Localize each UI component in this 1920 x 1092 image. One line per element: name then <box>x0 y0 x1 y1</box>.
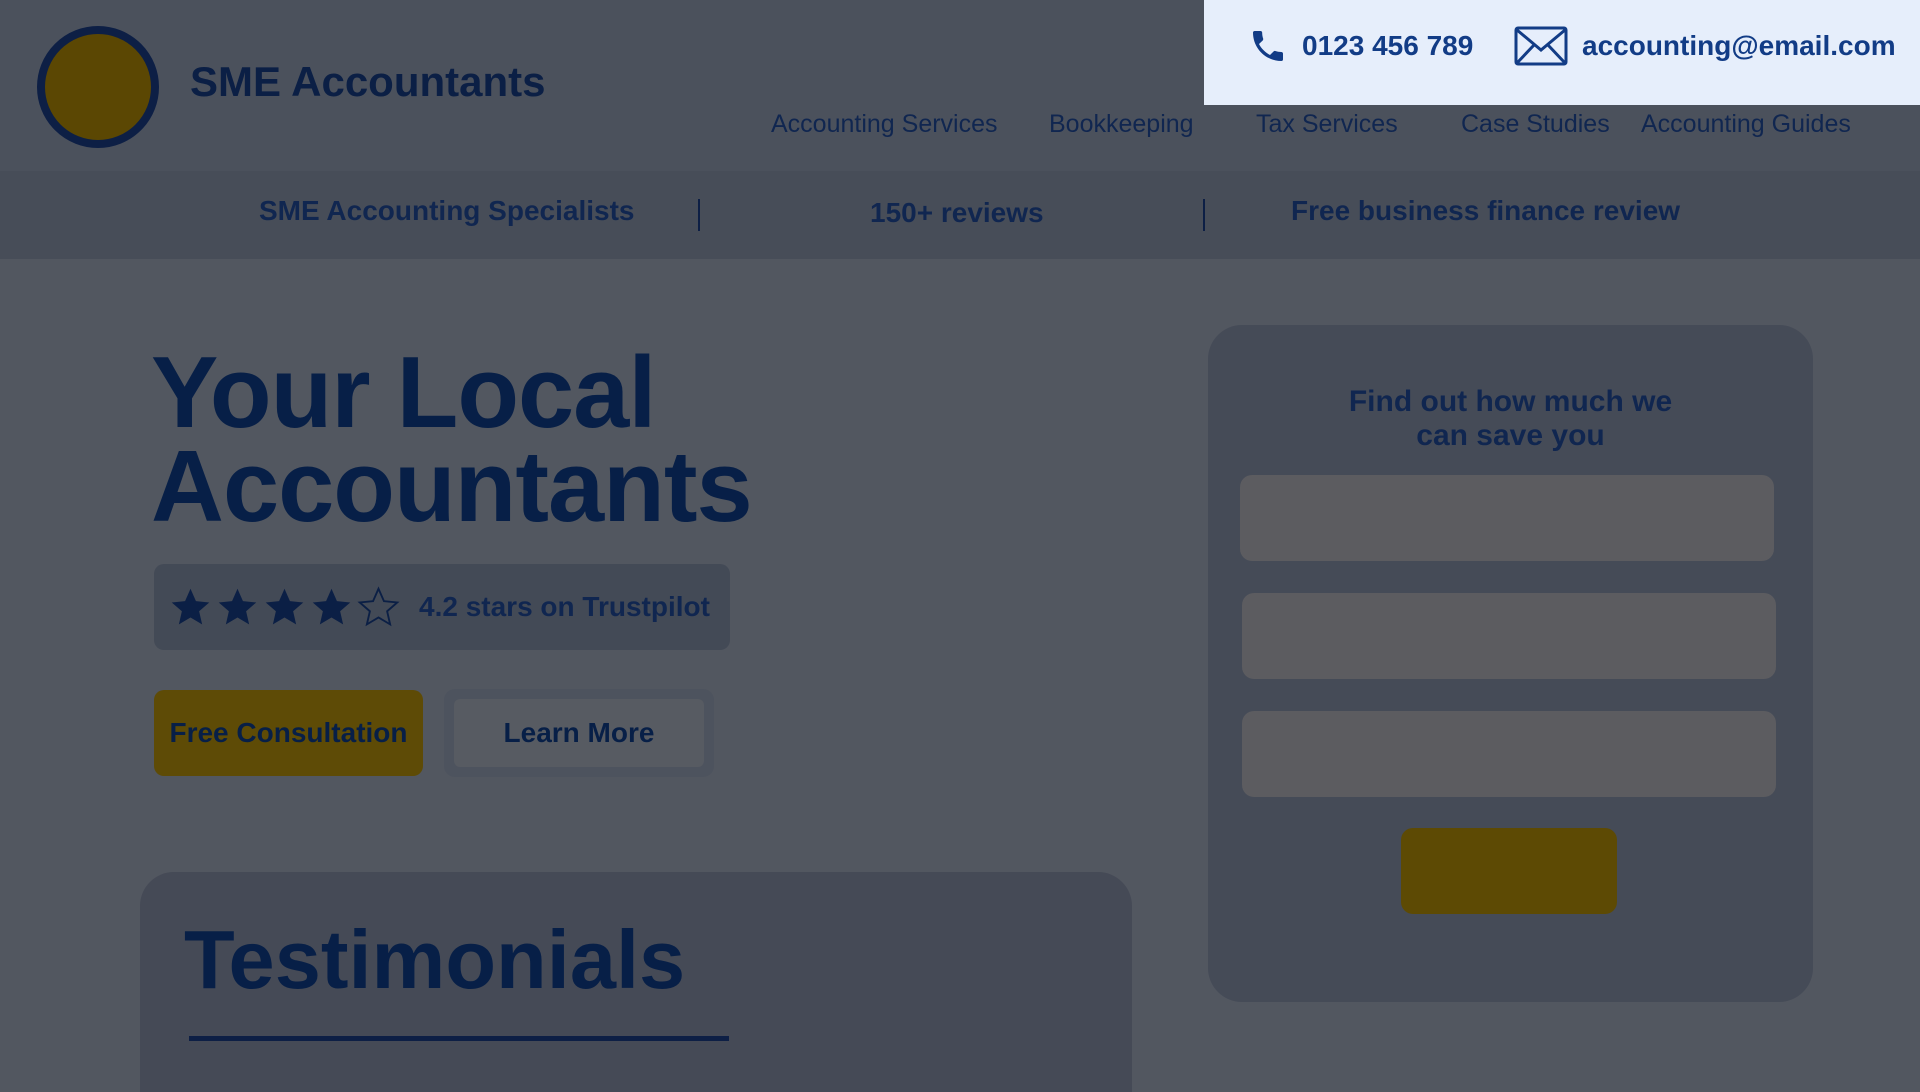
phone-number: 0123 456 789 <box>1302 30 1474 61</box>
trustpilot-rating[interactable]: 4.2 stars on Trustpilot <box>154 564 730 650</box>
nav-bookkeeping[interactable]: Bookkeeping <box>1049 110 1194 139</box>
title-underline <box>189 1036 729 1041</box>
nav-accounting-guides[interactable]: Accounting Guides <box>1641 110 1851 139</box>
savings-form: Find out how much we can save you <box>1208 325 1813 1002</box>
envelope-icon <box>1514 26 1568 66</box>
site-header: SME Accountants 0123 456 789 accounting@… <box>0 0 1920 171</box>
form-field-2[interactable] <box>1242 593 1776 679</box>
form-title-line2: can save you <box>1416 419 1605 452</box>
trust-item-finance-review: Free business finance review <box>1291 195 1681 226</box>
star-filled-icon <box>312 588 351 624</box>
email-link[interactable]: accounting@email.com <box>1514 26 1896 66</box>
hero-title: Your Local Accountants <box>151 343 753 538</box>
testimonials-title: Testimonials <box>184 913 686 1006</box>
trust-item-specialists: SME Accounting Specialists <box>259 195 635 226</box>
star-filled-icon <box>218 588 257 624</box>
form-title-line1: Find out how much we <box>1348 385 1673 418</box>
nav-tax-services[interactable]: Tax Services <box>1256 110 1398 139</box>
trust-item-reviews: 150+ reviews <box>870 197 1044 228</box>
learn-more-label: Learn More <box>454 699 704 767</box>
nav-case-studies[interactable]: Case Studies <box>1461 110 1610 139</box>
phone-icon <box>1248 26 1288 66</box>
rating-text: 4.2 stars on Trustpilot <box>419 591 710 622</box>
testimonials-section: Testimonials <box>140 872 1132 1092</box>
star-empty-icon <box>357 585 400 626</box>
nav-accounting-services[interactable]: Accounting Services <box>771 110 998 139</box>
form-field-1[interactable] <box>1240 475 1774 561</box>
email-address: accounting@email.com <box>1582 30 1896 61</box>
brand-name[interactable]: SME Accountants <box>190 58 545 106</box>
star-filled-icon <box>171 588 210 624</box>
contact-bar: 0123 456 789 accounting@email.com <box>1204 0 1920 105</box>
logo-circle[interactable] <box>37 26 159 148</box>
form-field-3[interactable] <box>1242 711 1776 797</box>
free-consultation-button[interactable]: Free Consultation <box>154 690 423 776</box>
phone-link[interactable]: 0123 456 789 <box>1248 26 1473 66</box>
form-submit-button[interactable] <box>1401 828 1617 914</box>
trust-bar: SME Accounting Specialists 150+ reviews … <box>0 171 1920 259</box>
form-title: Find out how much we can save you <box>1208 385 1813 453</box>
star-rating <box>168 585 401 630</box>
hero-title-line2: Accountants <box>151 431 753 543</box>
divider <box>698 199 700 231</box>
star-filled-icon <box>265 588 304 624</box>
divider <box>1203 199 1205 231</box>
learn-more-button[interactable]: Learn More <box>444 689 714 777</box>
